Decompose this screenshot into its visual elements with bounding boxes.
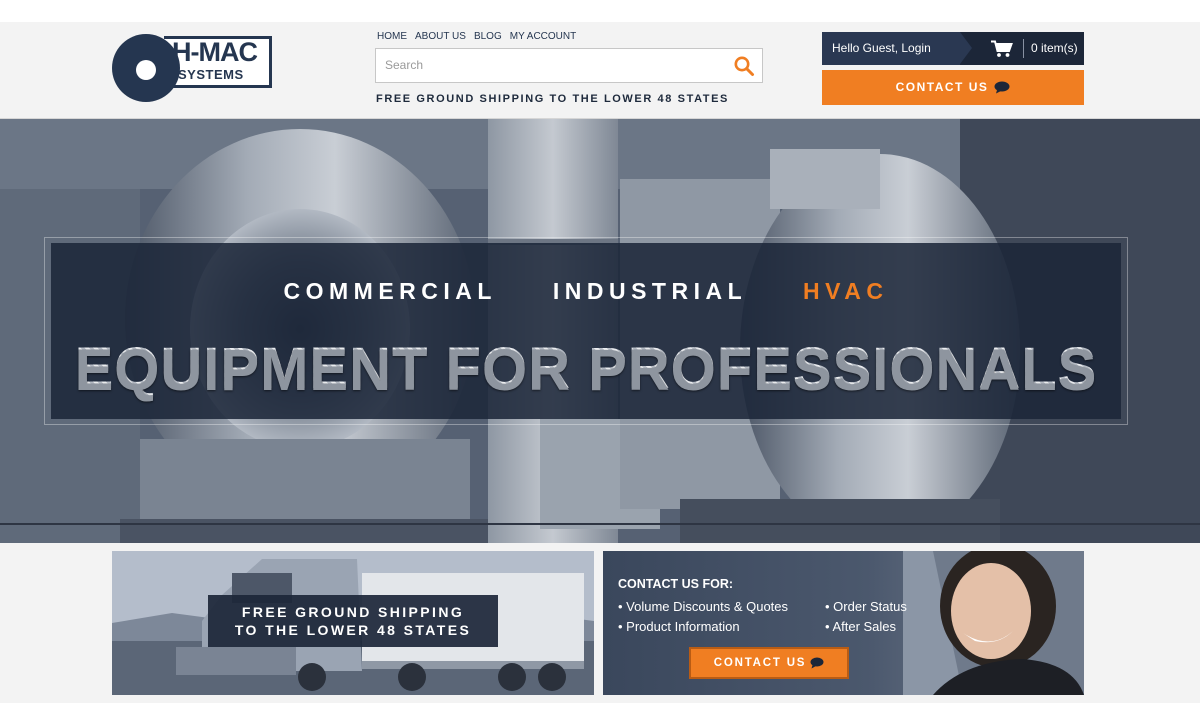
header-contact-button[interactable]: CONTACT US xyxy=(822,70,1084,105)
contact-promo: CONTACT US FOR: • Volume Discounts & Quo… xyxy=(603,551,1084,695)
free-shipping-promo[interactable]: FREE GROUND SHIPPING TO THE LOWER 48 STA… xyxy=(112,551,594,695)
header-contact-label: CONTACT US xyxy=(895,80,989,94)
free-shipping-line1: FREE GROUND SHIPPING xyxy=(241,604,465,620)
contact-reason-item: • Product Information xyxy=(618,619,740,634)
nav-home-link[interactable]: HOME xyxy=(377,31,407,43)
hero-kicker-industrial: INDUSTRIAL xyxy=(552,278,748,304)
cart-widget[interactable]: 0 item(s) xyxy=(960,32,1084,65)
chat-bubble-icon xyxy=(994,81,1010,94)
contact-reasons-left: • Volume Discounts & Quotes • Product In… xyxy=(618,597,788,637)
nav-blog-link[interactable]: BLOG xyxy=(474,31,502,43)
promo-contact-label: CONTACT US xyxy=(713,657,807,669)
hero-banner: COMMERCIAL INDUSTRIAL HVAC EQUIPMENT FOR… xyxy=(0,119,1200,543)
contact-promo-title: CONTACT US FOR: xyxy=(618,577,734,591)
hero-kicker-hvac: HVAC xyxy=(803,278,889,304)
cart-divider xyxy=(1023,39,1024,58)
login-link[interactable]: Login xyxy=(901,41,930,55)
top-nav: HOME ABOUT US BLOG MY ACCOUNT xyxy=(377,31,576,43)
hero-kicker-commercial: COMMERCIAL xyxy=(283,278,497,304)
site-header: H-MAC SYSTEMS HOME ABOUT US BLOG MY ACCO… xyxy=(0,22,1200,119)
free-shipping-line2: TO THE LOWER 48 STATES xyxy=(234,622,472,638)
shipping-tagline: FREE GROUND SHIPPING TO THE LOWER 48 STA… xyxy=(376,93,729,105)
top-whitespace xyxy=(0,0,1200,22)
search-input[interactable] xyxy=(376,49,716,82)
contact-reason-item: • Volume Discounts & Quotes xyxy=(618,599,789,614)
contact-reason-item: • After Sales xyxy=(825,619,897,634)
cart-icon[interactable] xyxy=(991,40,1013,58)
guest-greeting: Hello Guest, Login xyxy=(832,32,931,65)
logo-subtitle: SYSTEMS xyxy=(178,67,244,82)
chat-bubble-icon xyxy=(810,657,824,669)
nav-about-us-link[interactable]: ABOUT US xyxy=(415,31,466,43)
logo-disc xyxy=(112,34,180,102)
hero-kicker: COMMERCIAL INDUSTRIAL HVAC xyxy=(51,277,1121,305)
logo-disc-hole xyxy=(136,60,156,80)
nav-my-account-link[interactable]: MY ACCOUNT xyxy=(510,31,577,43)
greeting-text: Hello Guest, xyxy=(832,41,899,55)
contact-reasons-right: • Order Status • After Sales xyxy=(825,597,907,637)
cart-item-count[interactable]: 0 item(s) xyxy=(1031,32,1078,65)
hero-headline-backdrop: COMMERCIAL INDUSTRIAL HVAC EQUIPMENT FOR… xyxy=(51,243,1121,419)
free-shipping-label: FREE GROUND SHIPPING TO THE LOWER 48 STA… xyxy=(208,595,498,647)
bottom-whitespace xyxy=(0,703,1200,720)
search-icon[interactable] xyxy=(732,54,756,78)
brand-logo[interactable]: H-MAC SYSTEMS xyxy=(112,32,274,104)
contact-reason-item: • Order Status xyxy=(825,599,907,614)
search-bar xyxy=(375,48,763,83)
logo-wordmark: H-MAC xyxy=(172,37,258,67)
hero-title: EQUIPMENT FOR PROFESSIONALS xyxy=(51,339,1121,399)
promo-contact-button[interactable]: CONTACT US xyxy=(689,647,849,679)
hero-headline-panel: COMMERCIAL INDUSTRIAL HVAC EQUIPMENT FOR… xyxy=(44,237,1128,425)
cart-notch xyxy=(960,32,972,64)
account-bar: Hello Guest, Login 0 item(s) xyxy=(822,32,1084,65)
promo-strip: FREE GROUND SHIPPING TO THE LOWER 48 STA… xyxy=(0,543,1200,703)
